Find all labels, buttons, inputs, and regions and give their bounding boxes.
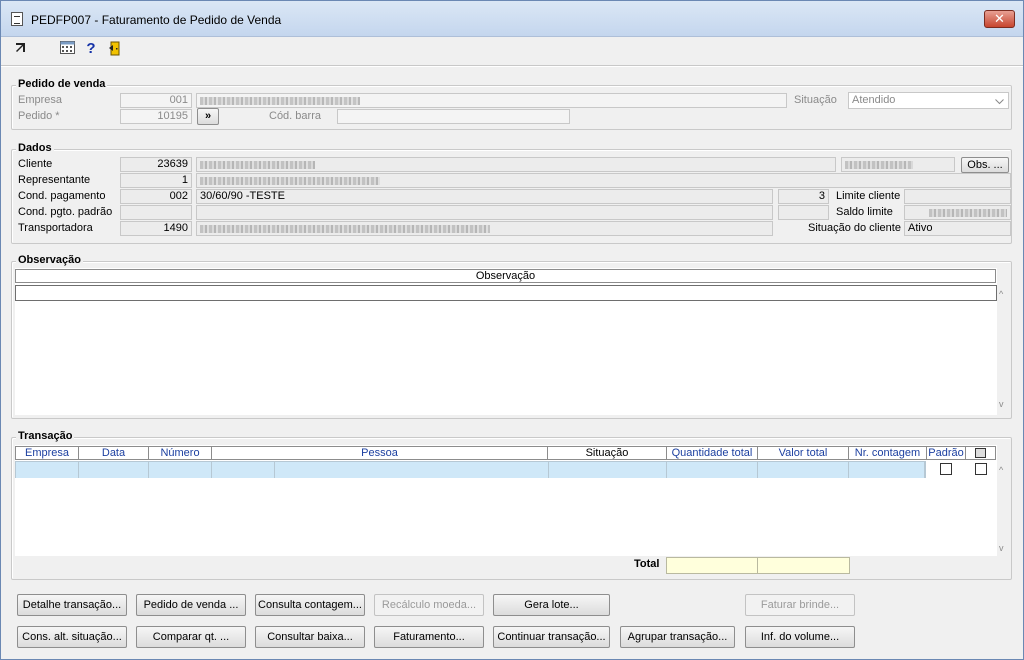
pedido-label: Pedido * [18,110,60,122]
agrupar-transacao-button[interactable]: Agrupar transação... [620,626,735,648]
row-cell-empresa[interactable] [16,462,79,478]
limite-cliente-field[interactable] [904,189,1011,204]
row-cell-valor[interactable] [758,462,849,478]
recalculo-moeda-button[interactable]: Recálculo moeda... [374,594,484,616]
transacao-group-title: Transação [16,430,75,442]
row-cell-situacao[interactable] [549,462,667,478]
detalhe-transacao-button[interactable]: Detalhe transação... [17,594,127,616]
gera-lote-button[interactable]: Gera lote... [493,594,610,616]
transportadora-code-field[interactable]: 1490 [120,221,192,236]
cond-padrao-code-field[interactable] [120,205,192,220]
total-quantidade-field [666,557,758,574]
col-pessoa[interactable]: Pessoa [211,446,548,460]
cond-pagamento-desc-field[interactable]: 30/60/90 -TESTE [196,189,773,204]
empresa-name-field[interactable] [196,93,787,108]
chevron-down-icon [995,93,1004,108]
row-cell-pessoa-code[interactable] [212,462,275,478]
row-cell-contagem[interactable] [849,462,925,478]
cliente-name-field[interactable] [196,157,836,172]
consulta-contagem-button[interactable]: Consulta contagem... [255,594,365,616]
transacao-scroll-down-icon[interactable]: v [999,543,1004,553]
col-valor-total[interactable]: Valor total [757,446,849,460]
table-row[interactable] [15,461,926,478]
saldo-limite-field[interactable] [904,205,1011,220]
cons-alt-situacao-button[interactable]: Cons. alt. situação... [17,626,127,648]
scroll-down-icon[interactable]: v [999,399,1004,409]
transportadora-name-field[interactable] [196,221,773,236]
row-cell-quantidade[interactable] [667,462,758,478]
document-icon [11,12,23,26]
situacao-cliente-field[interactable]: Ativo [904,221,1011,236]
cond-pagamento-label: Cond. pagamento [18,190,106,202]
observacao-column-header[interactable]: Observação [15,269,996,283]
exit-icon[interactable] [107,41,123,57]
arrow-icon[interactable] [13,41,29,57]
cliente-label: Cliente [18,158,53,170]
total-valor-field [757,557,850,574]
codbarra-label: Cód. barra [269,110,321,122]
window-title: PEDFP007 - Faturamento de Pedido de Vend… [31,13,282,27]
pedido-group-title: Pedido de venda [16,78,108,90]
row-select-checkbox[interactable] [975,463,987,475]
close-button[interactable]: ✕ [984,10,1015,28]
limite-cliente-label: Limite cliente [836,190,901,202]
situacao-select[interactable]: Atendido [848,92,1009,109]
representante-name-field[interactable] [196,173,1011,188]
toolbar: ? [1,37,1023,61]
col-nr-contagem[interactable]: Nr. contagem [848,446,927,460]
obs-button[interactable]: Obs. ... [961,157,1009,173]
toolbar-separator [1,65,1023,67]
col-numero[interactable]: Número [148,446,212,460]
cond-pagamento-code-field[interactable]: 002 [120,189,192,204]
empresa-label: Empresa [18,94,63,106]
col-padrao[interactable]: Padrão [926,446,966,460]
representante-code-field[interactable]: 1 [120,173,192,188]
situacao-label: Situação [794,94,837,106]
faturar-brinde-button[interactable]: Faturar brinde... [745,594,855,616]
cond-padrao-desc-field[interactable] [196,205,773,220]
saldo-limite-label: Saldo limite [836,206,893,218]
row-padrao-checkbox[interactable] [940,463,952,475]
pedido-de-venda-button[interactable]: Pedido de venda ... [136,594,246,616]
main-window: PEDFP007 - Faturamento de Pedido de Vend… [0,0,1024,660]
help-icon[interactable]: ? [83,41,99,57]
empresa-code-field[interactable]: 001 [120,93,192,108]
col-quantidade-total[interactable]: Quantidade total [666,446,758,460]
consultar-baixa-button[interactable]: Consultar baixa... [255,626,365,648]
select-all-checkbox[interactable] [975,448,986,458]
cliente-doc-field[interactable] [841,157,955,172]
transacao-scroll-up-icon[interactable]: ^ [999,465,1003,475]
dados-group-title: Dados [16,142,54,154]
scroll-up-icon[interactable]: ^ [999,289,1003,299]
col-select-all[interactable] [965,446,996,460]
transportadora-label: Transportadora [18,222,93,234]
situacao-value: Atendido [852,94,896,106]
title-bar[interactable]: PEDFP007 - Faturamento de Pedido de Vend… [1,1,1023,37]
comparar-qt-button[interactable]: Comparar qt. ... [136,626,246,648]
calendar-icon[interactable] [59,41,75,57]
faturamento-button[interactable]: Faturamento... [374,626,484,648]
continuar-transacao-button[interactable]: Continuar transação... [493,626,610,648]
cond-padrao-label: Cond. pgto. padrão [18,206,113,218]
observacao-group-title: Observação [16,254,83,266]
representante-label: Representante [18,174,91,186]
row-cell-numero[interactable] [149,462,212,478]
observacao-row[interactable] [15,285,997,301]
cond-pagamento-parcelas-field[interactable]: 3 [778,189,829,204]
total-label: Total [634,558,660,570]
col-situacao[interactable]: Situação [547,446,667,460]
col-empresa[interactable]: Empresa [15,446,79,460]
situacao-cliente-label: Situação do cliente [808,222,901,234]
cliente-code-field[interactable]: 23639 [120,157,192,172]
pedido-search-button[interactable]: » [197,108,219,125]
row-cell-data[interactable] [79,462,149,478]
pedido-number-field[interactable]: 10195 [120,109,192,124]
inf-do-volume-button[interactable]: Inf. do volume... [745,626,855,648]
cond-padrao-num-field[interactable] [778,205,829,220]
codbarra-field[interactable] [337,109,570,124]
row-cell-pessoa[interactable] [275,462,549,478]
col-data[interactable]: Data [78,446,149,460]
